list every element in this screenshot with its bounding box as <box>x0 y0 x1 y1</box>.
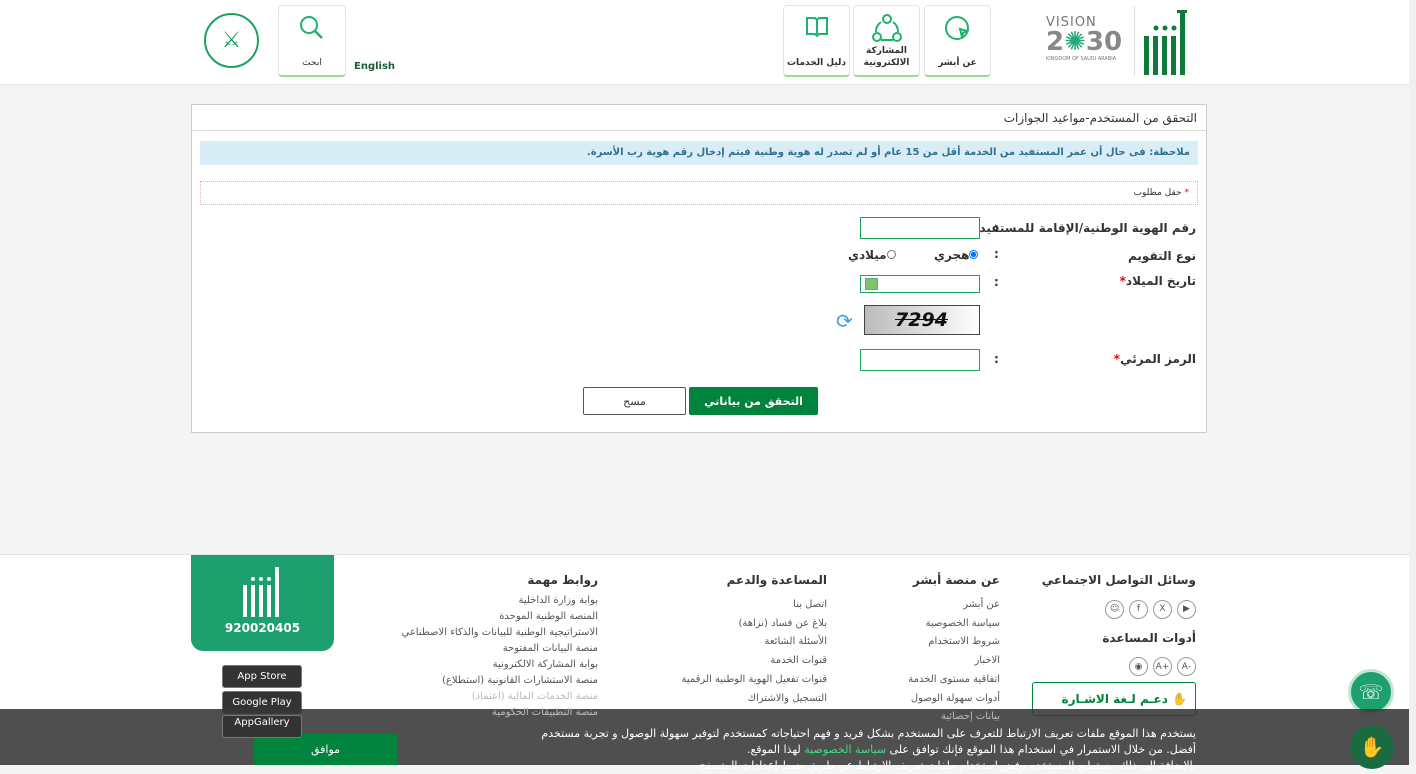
absher-logo[interactable] <box>1140 8 1192 76</box>
cookie-banner: يستخدم هذا الموقع ملفات تعريف الارتباط ل… <box>0 709 1416 772</box>
id-label: رقم الهوية الوطنية/الإقامة للمستفيد* <box>973 221 1196 235</box>
footer-link[interactable]: بوابة المشاركة الالكترونية <box>338 657 598 673</box>
dob-label: تاريخ الميلاد* <box>1119 274 1196 288</box>
vision-2030-logo: VISION 2✺30 KINGDOM OF SAUDI ARABIA <box>1046 15 1123 62</box>
nav-eparticipation[interactable]: المشاركة الالكترونية <box>853 5 920 77</box>
nav-label: المشاركة الالكترونية <box>863 46 910 68</box>
footer-link[interactable]: الاستراتيجية الوطنية للبيانات والذكاء ال… <box>338 625 598 641</box>
footer-social: وسائل التواصل الاجتماعي ▶Xf☺ أدوات المسا… <box>996 573 1196 716</box>
hijri-radio[interactable]: هجري <box>934 248 979 262</box>
facebook-icon[interactable]: f <box>1129 599 1148 619</box>
captcha-image: 7294 <box>864 305 980 335</box>
absher-logo-white <box>242 567 279 617</box>
id-number-input[interactable] <box>860 217 980 239</box>
footer-link[interactable]: عن أبشر <box>850 596 1000 615</box>
youtube-icon[interactable]: ▶ <box>1177 599 1196 619</box>
captcha-input[interactable] <box>860 349 980 371</box>
accept-cookies-button[interactable]: موافق <box>254 734 397 765</box>
clear-button[interactable]: مسح <box>583 387 686 415</box>
header: VISION 2✺30 KINGDOM OF SAUDI ARABIA عن أ… <box>0 0 1416 85</box>
footer-link[interactable]: شروط الاستخدام <box>850 633 1000 652</box>
age-note: ملاحظة: فى حال أن عمر المستفيد من الخدمة… <box>200 141 1198 165</box>
sign-language-floating-button[interactable]: ✋ <box>1350 725 1394 769</box>
footer-link[interactable]: الاخبار <box>850 652 1000 671</box>
phone-number[interactable]: 920020405 <box>191 621 334 635</box>
language-switch[interactable]: English <box>354 61 395 72</box>
required-note: * حقل مطلوب <box>200 181 1198 205</box>
footer-link[interactable]: بيانات إحصائية <box>850 708 1000 727</box>
footer-support: المساعدة والدعم اتصل بنا بلاغ عن فساد (نز… <box>627 573 827 708</box>
search-icon <box>300 16 323 39</box>
footer-link[interactable]: منصة الخدمات المالية (اعتماد) <box>338 689 598 705</box>
footer-link[interactable]: منصة التطبيقات الحكومية <box>338 705 598 721</box>
footer-link[interactable]: قنوات تفعيل الهوية الوطنية الرقمية <box>627 671 827 690</box>
cursor-icon <box>944 16 970 40</box>
font-decrease-button[interactable]: -A <box>1177 657 1196 676</box>
nav-label: عن أبشر <box>938 58 977 68</box>
refresh-captcha-icon[interactable]: ⟳ <box>836 309 853 333</box>
footer-links: روابط مهمة بوابة وزارة الداخلية المنصة ال… <box>338 573 598 721</box>
nav-label: دليل الخدمات <box>787 58 846 68</box>
search-label: ابحث <box>302 58 322 68</box>
calendar-label: نوع التقويم <box>1128 249 1196 263</box>
calendar-icon[interactable] <box>865 278 878 290</box>
footer-link[interactable]: منصة الاستشارات القانونية (استطلاع) <box>338 673 598 689</box>
footer-link[interactable]: منصة البيانات المفتوحة <box>338 641 598 657</box>
footer-link[interactable]: اتصل بنا <box>627 596 827 615</box>
nav-services-guide[interactable]: دليل الخدمات <box>783 5 850 77</box>
footer-link[interactable]: بوابة وزارة الداخلية <box>338 593 598 609</box>
hand-icon: ✋ <box>1172 692 1187 706</box>
gregorian-radio[interactable]: ميلادي <box>848 248 896 262</box>
app-gallery-badge[interactable]: AppGallery <box>222 715 302 738</box>
footer-link[interactable]: اتفاقية مستوى الخدمة <box>850 671 1000 690</box>
verification-panel: التحقق من المستخدم-مواعيد الجوازات ملاحظ… <box>191 104 1207 433</box>
share-icon <box>871 14 902 42</box>
cookie-text: بالإضافة إلى ذلك، يستطيع المستخدم رفض اس… <box>699 759 1196 772</box>
dob-input[interactable] <box>860 275 980 293</box>
footer-link[interactable]: أدوات سهولة الوصول <box>850 690 1000 709</box>
footer-link[interactable]: الأسئلة الشائعة <box>627 633 828 652</box>
footer-about: عن منصة أبشر عن أبشر سياسة الخصوصية شروط ا… <box>850 573 1000 727</box>
book-icon <box>805 17 828 38</box>
scrollbar[interactable] <box>1409 0 1416 765</box>
panel-title: التحقق من المستخدم-مواعيد الجوازات <box>192 105 1206 131</box>
footer-link[interactable]: التسجيل والاشتراك <box>627 690 827 709</box>
absher-phone-card: 920020405 <box>191 555 334 651</box>
footer-link[interactable]: بلاغ عن فساد (نزاهة) <box>627 615 827 634</box>
cookie-text: يستخدم هذا الموقع ملفات تعريف الارتباط ل… <box>541 727 1196 740</box>
ministry-emblem: ⚔ <box>204 13 259 68</box>
nav-about-absher[interactable]: عن أبشر <box>924 5 991 77</box>
cookie-text: أفضل. من خلال الاستمرار في استخدام هذا ا… <box>746 743 1196 756</box>
snapchat-icon[interactable]: ☺ <box>1105 599 1124 619</box>
search-button[interactable]: ابحث <box>278 5 346 77</box>
footer-link[interactable]: قنوات الخدمة <box>627 652 827 671</box>
contrast-eye-icon[interactable]: ◉ <box>1129 657 1148 676</box>
app-store-badge[interactable]: App Store <box>222 665 302 688</box>
captcha-label: الرمز المرئي* <box>1113 352 1196 366</box>
privacy-link[interactable]: سياسة الخصوصية <box>804 743 886 756</box>
x-icon[interactable]: X <box>1153 599 1172 619</box>
font-increase-button[interactable]: +A <box>1153 657 1172 676</box>
footer-link[interactable]: المنصة الوطنية الموحدة <box>338 609 598 625</box>
verify-button[interactable]: التحقق من بياناتي <box>689 387 818 415</box>
footer-link[interactable]: سياسة الخصوصية <box>850 615 1000 634</box>
